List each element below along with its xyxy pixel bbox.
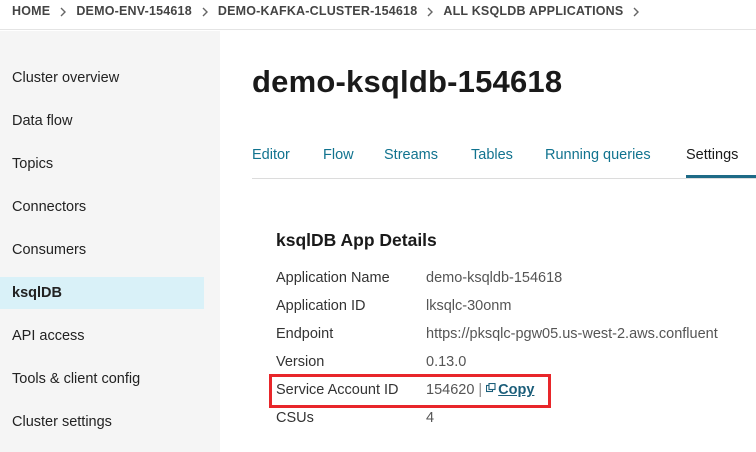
breadcrumb-environment[interactable]: DEMO-ENV-154618 xyxy=(76,4,192,18)
detail-label: CSUs xyxy=(276,410,314,426)
sidebar-item-cluster-settings[interactable]: Cluster settings xyxy=(0,406,204,438)
chevron-right-icon xyxy=(192,3,218,18)
tab-tables[interactable]: Tables xyxy=(471,147,513,163)
detail-value: demo-ksqldb-154618 xyxy=(426,270,563,286)
sidebar-item-cluster-overview[interactable]: Cluster overview xyxy=(0,62,204,94)
tab-streams[interactable]: Streams xyxy=(384,147,438,163)
sidebar-item-ksqldb[interactable]: ksqlDB xyxy=(0,277,204,309)
tab-editor[interactable]: Editor xyxy=(252,147,290,163)
sidebar: Cluster overview Data flow Topics Connec… xyxy=(0,31,220,452)
detail-row-application-name: Application Name demo-ksqldb-154618 xyxy=(276,268,756,288)
detail-row-version: Version 0.13.0 xyxy=(276,352,756,372)
details-title: ksqlDB App Details xyxy=(276,230,437,250)
sidebar-item-api-access[interactable]: API access xyxy=(0,320,204,352)
chevron-right-icon xyxy=(417,3,443,18)
detail-row-application-id: Application ID lksqlc-30onm xyxy=(276,296,756,316)
detail-row-endpoint: Endpoint https://pksqlc-pgw05.us-west-2.… xyxy=(276,324,756,344)
active-tab-indicator xyxy=(686,175,756,178)
detail-label: Endpoint xyxy=(276,326,334,342)
sidebar-item-topics[interactable]: Topics xyxy=(0,148,204,180)
endpoint-value: https://pksqlc-pgw05.us-west-2.aws.confl… xyxy=(426,326,718,342)
sidebar-item-connectors[interactable]: Connectors xyxy=(0,191,204,223)
breadcrumb-list: HOME DEMO-ENV-154618 DEMO-KAFKA-CLUSTER-… xyxy=(12,3,649,18)
sidebar-item-data-flow[interactable]: Data flow xyxy=(0,105,204,137)
breadcrumb: HOME DEMO-ENV-154618 DEMO-KAFKA-CLUSTER-… xyxy=(0,0,756,30)
breadcrumb-home[interactable]: HOME xyxy=(12,4,50,18)
detail-value: lksqlc-30onm xyxy=(426,298,512,314)
tab-bar: Editor Flow Streams Tables Running queri… xyxy=(252,135,756,179)
detail-value: 4 xyxy=(426,410,435,426)
detail-label: Application ID xyxy=(276,298,366,314)
breadcrumb-cluster[interactable]: DEMO-KAFKA-CLUSTER-154618 xyxy=(218,4,417,18)
detail-row-csus: CSUs 4 xyxy=(276,408,756,428)
highlight-box xyxy=(269,374,551,408)
page-title: demo-ksqldb-154618 xyxy=(252,64,563,99)
tab-running-queries[interactable]: Running queries xyxy=(545,147,651,163)
chevron-right-icon xyxy=(623,3,649,18)
chevron-right-icon xyxy=(50,3,76,18)
tab-settings[interactable]: Settings xyxy=(686,147,738,163)
detail-label: Application Name xyxy=(276,270,390,286)
detail-label: Version xyxy=(276,354,325,370)
tab-flow[interactable]: Flow xyxy=(323,147,354,163)
sidebar-item-tools-client-config[interactable]: Tools & client config xyxy=(0,363,204,395)
sidebar-item-consumers[interactable]: Consumers xyxy=(0,234,204,266)
breadcrumb-ksqldb-applications[interactable]: ALL KSQLDB APPLICATIONS xyxy=(443,4,623,18)
detail-value: 0.13.0 xyxy=(426,354,467,370)
